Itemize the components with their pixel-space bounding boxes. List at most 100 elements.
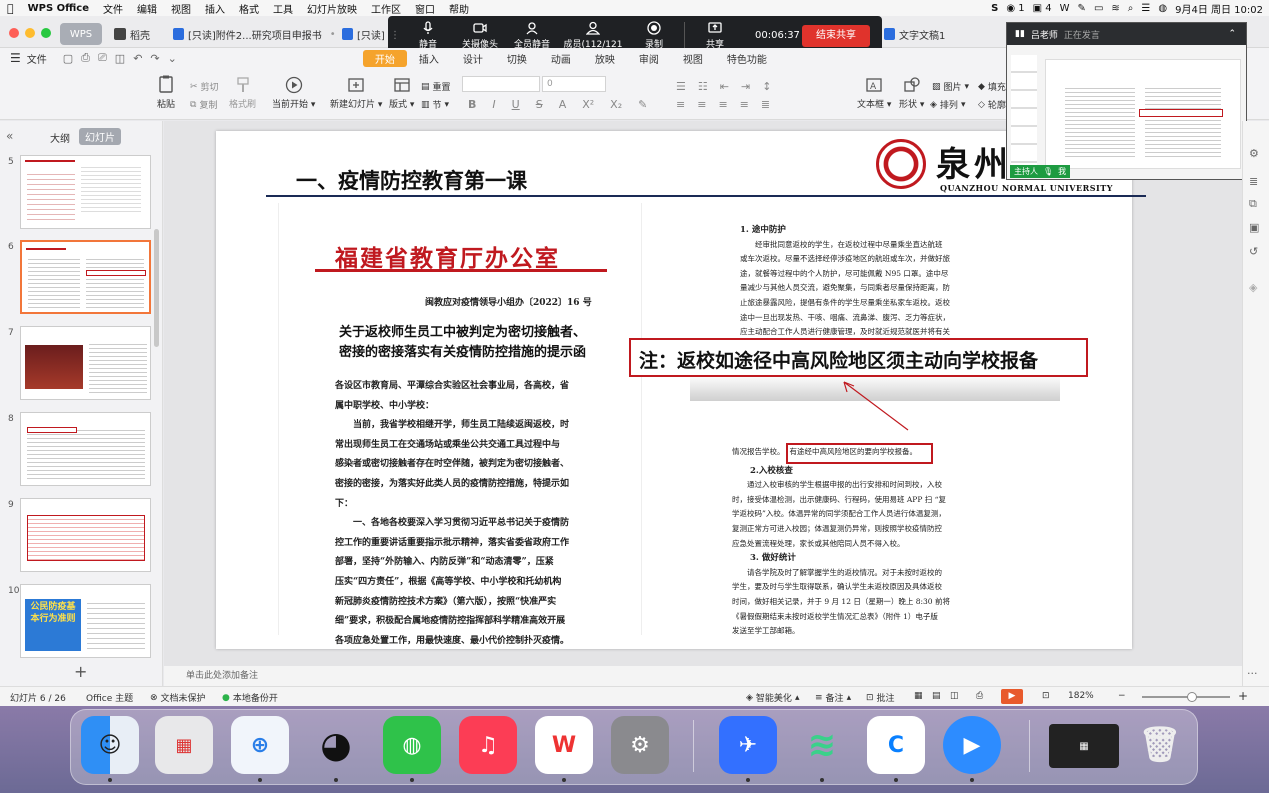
chevron-down-icon[interactable]: ⌄ xyxy=(168,52,177,65)
tab-transition[interactable]: 切换 xyxy=(495,51,539,66)
menubar-app-name[interactable]: WPS Office xyxy=(21,3,96,14)
menubar-item[interactable]: 窗口 xyxy=(408,1,442,16)
tab-start[interactable]: 开始 xyxy=(362,49,407,67)
menubar-item[interactable]: 视图 xyxy=(164,1,198,16)
slide-title[interactable]: 一、疫情防控教育第一课 xyxy=(296,165,527,195)
tab-design[interactable]: 设计 xyxy=(451,51,495,66)
trash-icon[interactable]: 🗑 xyxy=(1131,716,1189,774)
picture-button[interactable]: ▨ 图片 ▾ xyxy=(932,80,969,94)
section-button[interactable]: ▥ 节 ▾ xyxy=(421,98,449,112)
collapse-pane-icon[interactable]: « xyxy=(6,129,13,143)
tab-review[interactable]: 审阅 xyxy=(627,51,671,66)
italic-button[interactable]: I xyxy=(492,98,495,111)
document-excerpt-bottom[interactable]: 情况报告学校。 有途经中高风险地区的要向学校报备。 2.入校核查 通过入校审核的学… xyxy=(732,443,1022,639)
zoom-level[interactable]: 182% xyxy=(1068,691,1094,701)
from-current-button[interactable]: 当前开始 ▾ xyxy=(272,76,315,110)
slide-thumb-5[interactable] xyxy=(20,155,151,229)
arrange-button[interactable]: ◈ 排列 ▾ xyxy=(930,98,965,112)
battery-icon[interactable]: ▭ xyxy=(1094,3,1103,14)
toolbar-save-icon[interactable]: ▢ xyxy=(63,52,73,65)
cut-button[interactable]: ✂ 剪切 xyxy=(190,80,219,94)
font-size-select[interactable]: 0 xyxy=(542,76,606,92)
beautify-button[interactable]: ◈ 智能美化 ▴ xyxy=(746,691,799,705)
zoom-app-icon[interactable]: ▶ xyxy=(943,716,1001,782)
tab-view[interactable]: 视图 xyxy=(671,51,715,66)
shape-button[interactable]: 形状 ▾ xyxy=(899,76,924,110)
justify-icon[interactable]: ≡ xyxy=(740,98,749,111)
layout-button[interactable]: 版式 ▾ xyxy=(389,76,414,110)
strikethrough-button[interactable]: S xyxy=(536,98,543,111)
rail-image-icon[interactable]: ▣ xyxy=(1249,221,1259,234)
minimize-window-button[interactable] xyxy=(25,28,35,38)
zoom-window-button[interactable] xyxy=(41,28,51,38)
minimized-window-thumb[interactable]: ▦ xyxy=(1049,724,1119,768)
tab-text-doc[interactable]: 文字文稿1 xyxy=(876,23,953,45)
paste-button[interactable]: 粘贴 xyxy=(156,74,176,110)
backup-status[interactable]: ● 本地备份开 xyxy=(222,691,278,705)
camera-off-button[interactable]: 关摄像头 xyxy=(454,21,506,50)
menubar-item[interactable]: 编辑 xyxy=(130,1,164,16)
feishu-icon[interactable]: ✈ xyxy=(719,716,777,782)
outline-tab[interactable]: 大纲 xyxy=(50,130,70,145)
finder-icon[interactable]: ☺ xyxy=(81,716,139,782)
copy-button[interactable]: ⧉ 复制 xyxy=(190,98,217,112)
pane-scrollbar[interactable] xyxy=(154,229,159,347)
rail-cube-icon[interactable]: ◈ xyxy=(1249,281,1257,294)
hamburger-menu-icon[interactable]: ☰ xyxy=(10,51,21,65)
new-slide-button[interactable]: 新建幻灯片 ▾ xyxy=(330,76,382,110)
outline-button[interactable]: ◇ 轮廓 xyxy=(978,98,1006,112)
align-center-icon[interactable]: ≡ xyxy=(697,98,706,111)
tab-slideshow[interactable]: 放映 xyxy=(583,51,627,66)
safari-icon[interactable]: ⊕ xyxy=(231,716,289,782)
notes-toggle[interactable]: ≡ 备注 ▴ xyxy=(815,691,851,705)
end-share-button[interactable]: 结束共享 xyxy=(802,25,870,47)
menubar-item[interactable]: 插入 xyxy=(198,1,232,16)
meeting-app-icon[interactable]: C xyxy=(867,716,925,782)
fill-button[interactable]: ◆ 填充 xyxy=(978,80,1006,94)
control-center-icon[interactable]: ☰ xyxy=(1141,3,1150,14)
textbox-button[interactable]: A 文本框 ▾ xyxy=(857,76,891,110)
distribute-icon[interactable]: ≣ xyxy=(761,98,770,111)
font-color-button[interactable]: A xyxy=(559,98,567,111)
line-spacing-icon[interactable]: ↕ xyxy=(762,80,771,93)
wechat-status-icon[interactable]: ◉ 1 xyxy=(1006,3,1024,14)
menubar-item[interactable]: 格式 xyxy=(232,1,266,16)
rail-adjust-icon[interactable]: ≣ xyxy=(1249,175,1258,188)
toolbar-print-icon[interactable]: ⎚ xyxy=(98,51,107,65)
slide-thumb-7[interactable] xyxy=(20,326,151,400)
view-present-icon[interactable]: ⎙ xyxy=(976,691,983,701)
wechat-icon[interactable]: ◍ xyxy=(383,716,441,782)
reset-button[interactable]: ▤ 重置 xyxy=(421,80,451,94)
bold-button[interactable]: B xyxy=(468,98,476,111)
system-preferences-icon[interactable]: ⚙ xyxy=(611,716,669,774)
menubar-item[interactable]: 工作区 xyxy=(364,1,408,16)
wps-status-icon[interactable]: W xyxy=(1060,3,1070,14)
indent-increase-icon[interactable]: ⇥ xyxy=(741,80,750,93)
mute-all-button[interactable]: 全员静音 xyxy=(506,21,558,50)
underline-button[interactable]: U xyxy=(512,98,520,111)
record-button[interactable]: 录制 xyxy=(628,20,680,50)
menubar-item[interactable]: 文件 xyxy=(96,1,130,16)
redo-icon[interactable]: ↷ xyxy=(150,52,159,65)
view-normal-icon[interactable]: ▦ xyxy=(914,691,923,701)
subscript-button[interactable]: X₂ xyxy=(610,98,622,111)
zoom-in-button[interactable]: + xyxy=(1238,689,1248,703)
slide-thumb-8[interactable] xyxy=(20,412,151,486)
tab-doc-application[interactable]: [只读]附件2...研究项目申报书 • xyxy=(165,23,344,45)
play-slideshow-button[interactable]: ▶ xyxy=(1001,689,1023,704)
slide[interactable]: 一、疫情防控教育第一课 泉州 QUANZHOU NORMAL UNIVERSIT… xyxy=(216,131,1146,649)
spotlight-icon[interactable]: ⌕ xyxy=(1128,3,1134,14)
pin-icon[interactable]: ✎ xyxy=(1078,3,1086,14)
superscript-button[interactable]: X² xyxy=(582,98,594,111)
format-painter-button[interactable]: 格式刷 xyxy=(229,76,256,110)
slides-tab[interactable]: 幻灯片 xyxy=(79,128,121,145)
zoom-slider-knob[interactable] xyxy=(1187,692,1197,702)
document-excerpt-top[interactable]: 1. 途中防护 经审批同意返校的学生，在返校过程中尽量乘坐直达航班 或车次返校。… xyxy=(740,223,1004,340)
wifi-icon[interactable]: ≋ xyxy=(1111,3,1119,14)
tab-insert[interactable]: 插入 xyxy=(407,51,451,66)
numbered-list-icon[interactable]: ☷ xyxy=(698,80,708,93)
menubar-item[interactable]: 帮助 xyxy=(442,1,476,16)
rail-copy-icon[interactable]: ⧉ xyxy=(1249,197,1257,211)
toolbar-export-icon[interactable]: ⎙ xyxy=(81,51,90,65)
align-right-icon[interactable]: ≡ xyxy=(718,98,727,111)
